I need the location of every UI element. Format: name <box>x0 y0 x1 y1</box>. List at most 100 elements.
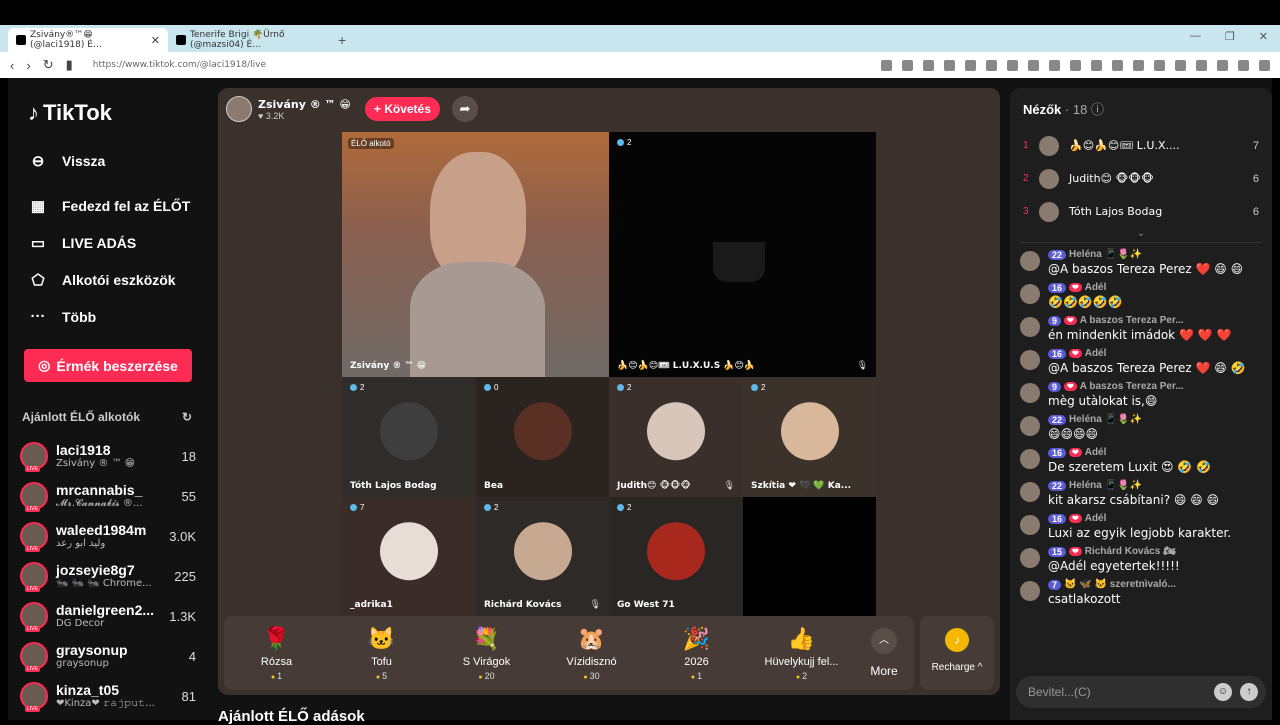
get-coins-button[interactable]: ◎ Érmék beszerzése <box>24 349 192 382</box>
new-tab-button[interactable]: + <box>328 32 356 52</box>
viewer-row[interactable]: 1 🍌😊🍌😊🎟 L.U.X.... 7 <box>1010 129 1272 162</box>
extension-icon[interactable] <box>1028 59 1039 71</box>
video-cell[interactable]: 2 Tóth Lajos Bodag <box>342 377 476 497</box>
refresh-icon[interactable]: ↻ <box>182 410 192 424</box>
gift-item[interactable]: 🐹 Vízidisznó 30 <box>539 626 644 681</box>
chat-message[interactable]: 9 ❤ A baszos Tereza Per... én mindenkit … <box>1020 315 1262 342</box>
viewer-row[interactable]: 3 Tóth Lajos Bodag 6 <box>1010 195 1272 228</box>
gift-icon: 🎉 <box>682 625 711 651</box>
creator-item[interactable]: graysonup graysonup 4 <box>20 636 196 676</box>
video-cell[interactable]: 2 Richárd Kovács 🎙 <box>476 497 609 616</box>
video-cell[interactable]: 7 _adrika1 <box>342 497 476 616</box>
gift-item[interactable]: 🐱 Tofu 5 <box>329 626 434 681</box>
url-field[interactable]: https://www.tiktok.com/@laci1918/live <box>93 60 266 70</box>
extension-icon[interactable] <box>1049 59 1060 71</box>
extension-icon[interactable] <box>1091 59 1102 71</box>
video-cell[interactable]: 2 Go West 71 <box>609 497 743 616</box>
creator-item[interactable]: waleed1984m وليد ابو رعد 3.0K <box>20 516 196 556</box>
forward-icon[interactable]: › <box>26 58 30 73</box>
nav-back[interactable]: ⊖ Vissza <box>20 142 196 179</box>
emoji-icon[interactable]: ☺ <box>1214 683 1232 701</box>
extension-icon[interactable] <box>1175 59 1186 71</box>
share-icon[interactable]: ➦ <box>451 96 478 122</box>
host-name[interactable]: Zsivány ® ™ 😁 <box>258 98 351 111</box>
creator-subtitle: ❤Kinza❤ 𝚛𝚊𝚓𝚙𝚞𝚝... <box>56 698 155 709</box>
coin-icon: ◎ <box>38 357 51 373</box>
more-gifts-button[interactable]: ︿ More <box>854 628 914 678</box>
video-cell[interactable]: 2 🍌😊🍌😊🎟 L.U.X.U.S 🍌😊🍌 🎙 <box>609 132 876 377</box>
close-window-icon[interactable]: ✕ <box>1259 30 1268 43</box>
chat-message[interactable]: 16 ❤ Adél Luxi az egyik legjobb karakter… <box>1020 513 1262 540</box>
gift-item[interactable]: 🎉 2026 1 <box>644 626 749 681</box>
nav-more[interactable]: ··· Több <box>20 298 196 335</box>
bookmark-icon[interactable]: ▮ <box>66 57 73 73</box>
video-cell[interactable]: 0 Bea <box>476 377 609 497</box>
extension-icon[interactable] <box>881 59 892 71</box>
browser-tab[interactable]: Tenerife Brigi 🌴Ürnő (@mazsi04) É… <box>168 28 328 52</box>
extension-icon[interactable] <box>986 59 997 71</box>
close-tab-icon[interactable]: ✕ <box>151 34 160 47</box>
gift-price: 1 <box>644 671 749 681</box>
help-icon[interactable]: ⓘ <box>1091 102 1104 117</box>
chat-message[interactable]: 16 ❤ Adél De szeretem Luxit 😍 🤣 🤣 <box>1020 447 1262 474</box>
nav-explore-live[interactable]: ▦ Fedezd fel az ÉLŐT <box>20 187 196 224</box>
guest-avatar <box>513 521 572 580</box>
host-avatar[interactable] <box>226 96 252 122</box>
chat-message[interactable]: 22 Heléna 📱🌷✨ @A baszos Tereza Perez ❤️ … <box>1020 249 1262 276</box>
extension-icon[interactable] <box>1070 59 1081 71</box>
video-cell-host[interactable]: ÉLŐ alkotó Zsivány ® ™ 😁 <box>342 132 609 377</box>
creator-item[interactable]: kinza_t05 ❤Kinza❤ 𝚛𝚊𝚓𝚙𝚞𝚝... 81 <box>20 676 196 716</box>
gift-item[interactable]: 🌹 Rózsa 1 <box>224 626 329 681</box>
send-icon[interactable]: ↑ <box>1240 683 1258 701</box>
video-cell[interactable]: 2 Judith😊 🐵🐵🐵 🎙 <box>609 377 743 497</box>
live-stream-panel: Zsivány ® ™ 😁 ♥ 3.2K + Követés ➦ ÉLŐ alk… <box>218 88 1000 695</box>
extension-icon[interactable] <box>1154 59 1165 71</box>
chat-avatar <box>1020 482 1040 502</box>
browser-tab-active[interactable]: Zsivány®™😁 (@laci1918) É… ✕ <box>8 28 168 52</box>
guest-count: 0 <box>484 383 498 392</box>
creator-item[interactable]: jozseyie8g7 🐜 🐜 🐜 Chrome... 225 <box>20 556 196 596</box>
chat-message[interactable]: 15 ❤ Richárd Kovács 🏍 @Adél egyetertek!!… <box>1020 546 1262 573</box>
extension-icon[interactable] <box>965 59 976 71</box>
gift-item[interactable]: 💐 S Virágok 20 <box>434 626 539 681</box>
tiktok-note-icon: ♪ <box>28 100 39 125</box>
recommended-header: Ajánlott ÉLŐ alkotók ↻ <box>22 410 196 424</box>
extension-icon[interactable] <box>923 59 934 71</box>
video-cell[interactable]: 2 Szkítia ❤ 🖤 💚 Ka... <box>743 377 876 497</box>
chat-message[interactable]: 16 ❤ Adél 🤣🤣🤣🤣🤣 <box>1020 282 1262 309</box>
back-icon[interactable]: ‹ <box>10 58 14 73</box>
minimize-icon[interactable]: — <box>1190 30 1201 43</box>
maximize-icon[interactable]: ❐ <box>1225 30 1235 43</box>
creator-item[interactable]: danielgreen2... DG Decor 1.3K <box>20 596 196 636</box>
nav-creator-tools[interactable]: ⬠ Alkotói eszközök <box>20 261 196 298</box>
follow-button[interactable]: + Követés <box>364 97 440 121</box>
extension-icon[interactable] <box>1133 59 1144 71</box>
chat-message[interactable]: 16 ❤ Adél @A baszos Tereza Perez ❤️ 😄 🤣 <box>1020 348 1262 375</box>
recharge-button[interactable]: ♪ Recharge ^ <box>920 616 994 690</box>
reload-icon[interactable]: ↻ <box>43 57 54 73</box>
gift-item[interactable]: 👍 Hüvelykujj fel... 2 <box>749 626 854 681</box>
viewer-row[interactable]: 2 Judith😊 🐵🐵🐵 6 <box>1010 162 1272 195</box>
extension-icon[interactable] <box>1007 59 1018 71</box>
extension-icon[interactable] <box>1238 59 1249 71</box>
extension-icon[interactable] <box>1112 59 1123 71</box>
extension-icon[interactable] <box>902 59 913 71</box>
chevron-down-icon[interactable]: ⌄ <box>1010 228 1272 242</box>
creator-viewer-count: 55 <box>181 488 196 504</box>
chat-text: De szeretem Luxit 😍 🤣 🤣 <box>1048 460 1212 474</box>
gift-list: 🌹 Rózsa 1 🐱 Tofu 5 💐 S Virágok 20 🐹 Vízi… <box>224 626 854 681</box>
extension-icon[interactable] <box>1217 59 1228 71</box>
extension-icon[interactable] <box>1196 59 1207 71</box>
chat-input[interactable]: Bevitel...(C) ☺ ↑ <box>1016 676 1266 708</box>
menu-dots-icon[interactable] <box>1259 59 1270 71</box>
left-sidebar: ♪ TikTok ⊖ Vissza ▦ Fedezd fel az ÉLŐT ▭ LI… <box>8 78 208 720</box>
chat-message[interactable]: 22 Heléna 📱🌷✨ 😄😄😄😄 <box>1020 414 1262 441</box>
tiktok-logo[interactable]: ♪ TikTok <box>28 100 196 126</box>
chat-message[interactable]: 9 ❤ A baszos Tereza Per... mèg utàlokat … <box>1020 381 1262 408</box>
chat-message[interactable]: 22 Heléna 📱🌷✨ kit akarsz csábítani? 😄 😄 … <box>1020 480 1262 507</box>
chat-message[interactable]: 7 🐱 🦋 🐱 szeretnìvaló... csatlakozott <box>1020 579 1262 606</box>
creator-item[interactable]: mrcannabis_ 𝓜𝓻.𝓒𝓪𝓷𝓷𝓪𝓫𝓲𝓼 ®... 55 <box>20 476 196 516</box>
extension-icon[interactable] <box>944 59 955 71</box>
nav-go-live[interactable]: ▭ LIVE ADÁS <box>20 224 196 261</box>
creator-item[interactable]: laci1918 Zsivány ® ™ 😁 18 <box>20 436 196 476</box>
